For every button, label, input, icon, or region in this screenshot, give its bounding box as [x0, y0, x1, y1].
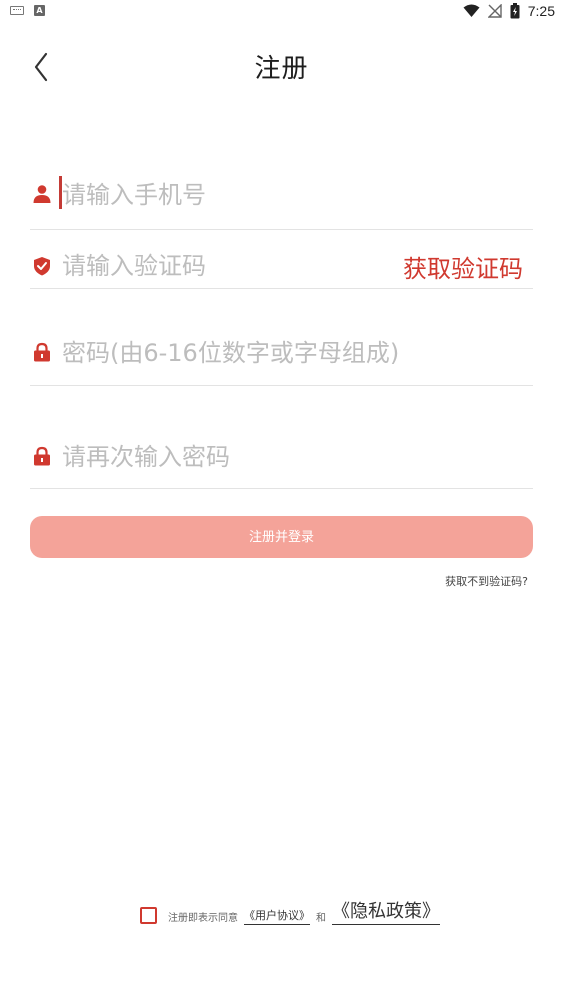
- battery-icon: [510, 3, 520, 19]
- header: 注册: [0, 38, 563, 94]
- shield-check-icon: [34, 257, 50, 276]
- user-agreement-link[interactable]: 《用户协议》: [244, 907, 310, 925]
- no-signal-icon: [487, 4, 502, 18]
- agreement-and: 和: [316, 913, 326, 924]
- lock-icon: [34, 342, 50, 362]
- user-icon: [33, 185, 51, 203]
- phone-field: [30, 172, 533, 230]
- notification-a-icon: A: [34, 5, 45, 16]
- password-confirm-input[interactable]: [62, 440, 532, 474]
- keyboard-icon: [10, 6, 24, 15]
- password-confirm-field: [30, 436, 533, 489]
- verification-code-input[interactable]: [62, 249, 392, 283]
- page-title: 注册: [254, 54, 309, 84]
- phone-input[interactable]: [62, 178, 532, 212]
- status-time: 7:25: [527, 3, 555, 19]
- password-field: [30, 332, 533, 386]
- verification-code-field: 获取验证码: [30, 245, 533, 289]
- no-code-help-link[interactable]: 获取不到验证码?: [445, 573, 528, 589]
- agreement-prefix: 注册即表示同意: [168, 913, 238, 924]
- privacy-policy-link[interactable]: 《隐私政策》: [332, 897, 440, 925]
- get-code-button[interactable]: 获取验证码: [403, 249, 523, 284]
- password-input[interactable]: [62, 336, 532, 370]
- agreement-row: 注册即表示同意 《用户协议》 和 《隐私政策》: [140, 896, 440, 930]
- lock-icon: [34, 446, 50, 466]
- register-and-login-button[interactable]: 注册并登录: [30, 516, 533, 558]
- agreement-checkbox[interactable]: [140, 907, 157, 924]
- status-bar: A 7:25: [0, 0, 563, 24]
- wifi-icon: [463, 4, 480, 17]
